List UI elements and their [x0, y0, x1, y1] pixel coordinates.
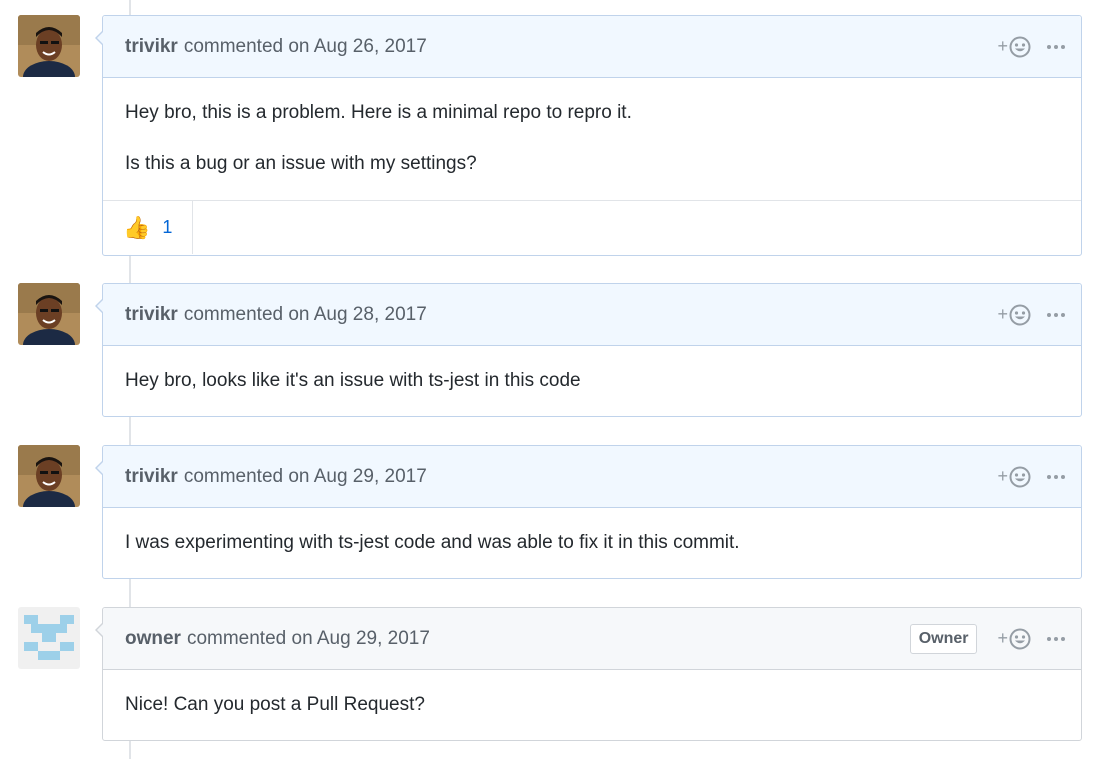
comment-actions: Owner +: [909, 608, 1067, 669]
comment-author-link[interactable]: trivikr: [125, 466, 178, 488]
add-reaction-button[interactable]: +: [997, 36, 1031, 58]
comment-timestamp[interactable]: commented on Aug 26, 2017: [184, 36, 427, 58]
smiley-icon: [1009, 36, 1031, 57]
avatar[interactable]: [18, 607, 80, 669]
plus-icon: +: [997, 628, 1008, 648]
comment-card: trivikr commented on Aug 29, 2017 + I wa…: [95, 445, 1082, 579]
comment-timestamp[interactable]: commented on Aug 29, 2017: [187, 628, 430, 650]
comment-body: Hey bro, looks like it's an issue with t…: [103, 346, 1081, 393]
plus-icon: +: [997, 36, 1008, 56]
reaction-count: 1: [162, 217, 173, 237]
comment-paragraph: Hey bro, this is a problem. Here is a mi…: [125, 102, 632, 123]
comment-header: owner commented on Aug 29, 2017 Owner +: [95, 608, 1081, 670]
avatar[interactable]: [18, 445, 80, 507]
comment-header: trivikr commented on Aug 26, 2017 +: [95, 16, 1081, 78]
plus-icon: +: [997, 466, 1008, 486]
comment-actions: +: [997, 16, 1067, 77]
comment-actions: +: [997, 446, 1067, 507]
plus-icon: +: [997, 304, 1008, 324]
owner-badge: Owner: [909, 623, 978, 654]
add-reaction-button[interactable]: +: [997, 628, 1031, 650]
timeline-comment: trivikr commented on Aug 29, 2017 + I wa…: [0, 445, 1095, 581]
smiley-icon: [1009, 304, 1031, 325]
comment-header: trivikr commented on Aug 29, 2017 +: [95, 446, 1081, 508]
timeline-comment: trivikr commented on Aug 28, 2017 + Hey …: [0, 283, 1095, 419]
comment-paragraph: I was experimenting with ts-jest code an…: [125, 532, 740, 553]
kebab-horizontal-icon[interactable]: [1045, 633, 1067, 645]
timeline-comment: trivikr commented on Aug 26, 2017 + Hey …: [0, 15, 1095, 256]
reaction-thumbs-up[interactable]: 👍 1: [103, 201, 194, 254]
comment-body: Nice! Can you post a Pull Request?: [103, 670, 1081, 717]
smiley-icon: [1009, 466, 1031, 487]
reactions-bar: 👍 1: [103, 200, 1081, 254]
add-reaction-button[interactable]: +: [997, 304, 1031, 326]
comment-card: trivikr commented on Aug 26, 2017 + Hey …: [95, 15, 1082, 256]
comment-header: trivikr commented on Aug 28, 2017 +: [95, 284, 1081, 346]
kebab-horizontal-icon[interactable]: [1045, 471, 1067, 483]
comment-paragraph: Is this a bug or an issue with my settin…: [125, 153, 477, 174]
kebab-horizontal-icon[interactable]: [1045, 309, 1067, 321]
avatar[interactable]: [18, 15, 80, 77]
comment-timestamp[interactable]: commented on Aug 29, 2017: [184, 466, 427, 488]
comment-timestamp[interactable]: commented on Aug 28, 2017: [184, 304, 427, 326]
comment-card: owner commented on Aug 29, 2017 Owner + …: [95, 607, 1082, 741]
kebab-horizontal-icon[interactable]: [1045, 41, 1067, 53]
comment-paragraph: Nice! Can you post a Pull Request?: [125, 694, 425, 715]
comment-card: trivikr commented on Aug 28, 2017 + Hey …: [95, 283, 1082, 417]
comment-actions: +: [997, 284, 1067, 345]
comment-author-link[interactable]: trivikr: [125, 304, 178, 326]
timeline-comment: owner commented on Aug 29, 2017 Owner + …: [0, 607, 1095, 743]
comment-body: I was experimenting with ts-jest code an…: [103, 508, 1081, 555]
comment-paragraph: Hey bro, looks like it's an issue with t…: [125, 370, 581, 391]
avatar[interactable]: [18, 283, 80, 345]
comment-author-link[interactable]: owner: [125, 628, 181, 650]
comment-body: Hey bro, this is a problem. Here is a mi…: [103, 78, 1081, 200]
smiley-icon: [1009, 628, 1031, 649]
add-reaction-button[interactable]: +: [997, 466, 1031, 488]
thumbs-up-icon: 👍: [123, 214, 151, 240]
comment-author-link[interactable]: trivikr: [125, 36, 178, 58]
